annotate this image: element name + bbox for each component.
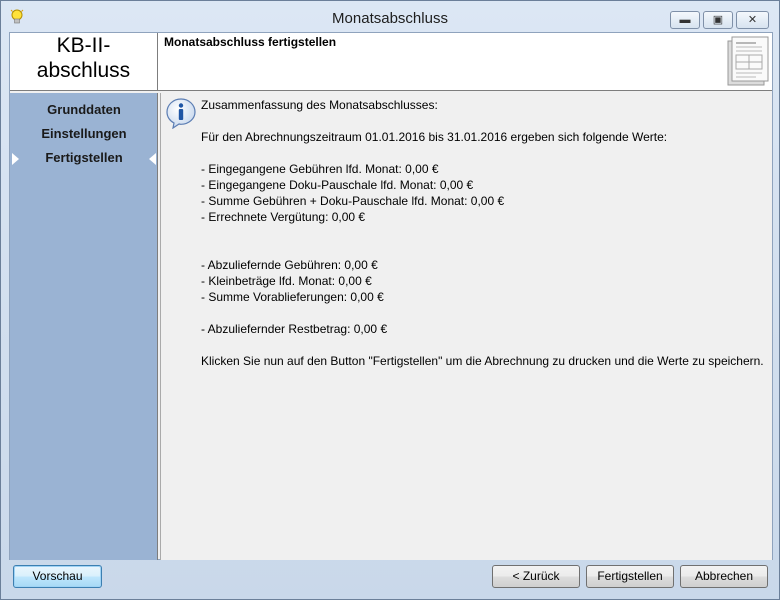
finish-button[interactable]: Fertigstellen — [586, 565, 674, 588]
period-text: Für den Abrechnungszeitraum 01.01.2016 b… — [201, 130, 668, 144]
minimize-button[interactable]: ▬ — [670, 11, 700, 29]
wizard-steps-sidebar: Grunddaten Einstellungen Fertigstellen — [10, 93, 158, 560]
window-controls: ▬ ▣ ✕ — [667, 11, 769, 29]
product-logo: KB-II- abschluss — [10, 33, 158, 91]
close-button[interactable]: ✕ — [736, 11, 769, 29]
close-icon: ✕ — [747, 14, 758, 26]
sidebar-item-label: Einstellungen — [41, 126, 127, 141]
sidebar-item-grunddaten[interactable]: Grunddaten — [10, 101, 158, 119]
sidebar-item-fertigstellen[interactable]: Fertigstellen — [10, 149, 158, 167]
summary-panel: Zusammenfassung des Monatsabschlusses: F… — [160, 93, 772, 560]
value-line: - Abzuliefernder Restbetrag: 0,00 € — [201, 322, 388, 336]
cancel-button[interactable]: Abbrechen — [680, 565, 768, 588]
active-step-right-arrow-icon — [149, 153, 156, 165]
value-line: - Abzuliefernde Gebühren: 0,00 € — [201, 258, 378, 272]
button-bar: Vorschau < Zurück Fertigstellen Abbreche… — [1, 560, 779, 600]
value-line: - Summe Vorablieferungen: 0,00 € — [201, 290, 384, 304]
wizard-header: Monatsabschluss fertigstellen — [158, 33, 772, 91]
page-title: Monatsabschluss fertigstellen — [164, 35, 337, 49]
sidebar-item-label: Grunddaten — [47, 102, 121, 117]
title-bar[interactable]: Monatsabschluss ▬ ▣ ✕ — [1, 1, 779, 32]
document-icon — [726, 35, 770, 87]
main-window: Monatsabschluss ▬ ▣ ✕ KB-II- abschluss M… — [0, 0, 780, 600]
value-line: - Kleinbeträge lfd. Monat: 0,00 € — [201, 274, 372, 288]
value-line: - Summe Gebühren + Doku-Pauschale lfd. M… — [201, 194, 505, 208]
wizard-body: KB-II- abschluss Monatsabschluss fertigs… — [9, 32, 773, 560]
maximize-button[interactable]: ▣ — [703, 11, 733, 29]
logo-line2: abschluss — [36, 59, 131, 82]
back-button[interactable]: < Zurück — [492, 565, 580, 588]
window-title: Monatsabschluss — [332, 10, 448, 27]
instruction-text: Klicken Sie nun auf den Button "Fertigst… — [201, 354, 764, 368]
info-icon — [165, 97, 197, 130]
logo-line1: KB-II- — [56, 34, 111, 57]
sidebar-item-einstellungen[interactable]: Einstellungen — [10, 125, 158, 143]
preview-button[interactable]: Vorschau — [13, 565, 102, 588]
value-line: - Eingegangene Gebühren lfd. Monat: 0,00… — [201, 162, 439, 176]
active-step-left-arrow-icon — [12, 153, 19, 165]
value-line: - Eingegangene Doku-Pauschale lfd. Monat… — [201, 178, 474, 192]
minimize-icon: ▬ — [679, 14, 691, 26]
summary-heading: Zusammenfassung des Monatsabschlusses: — [201, 98, 438, 112]
sidebar-item-label: Fertigstellen — [45, 150, 123, 165]
summary-text: Zusammenfassung des Monatsabschlusses: F… — [201, 97, 766, 369]
maximize-icon: ▣ — [712, 14, 724, 26]
value-line: - Errechnete Vergütung: 0,00 € — [201, 210, 366, 224]
